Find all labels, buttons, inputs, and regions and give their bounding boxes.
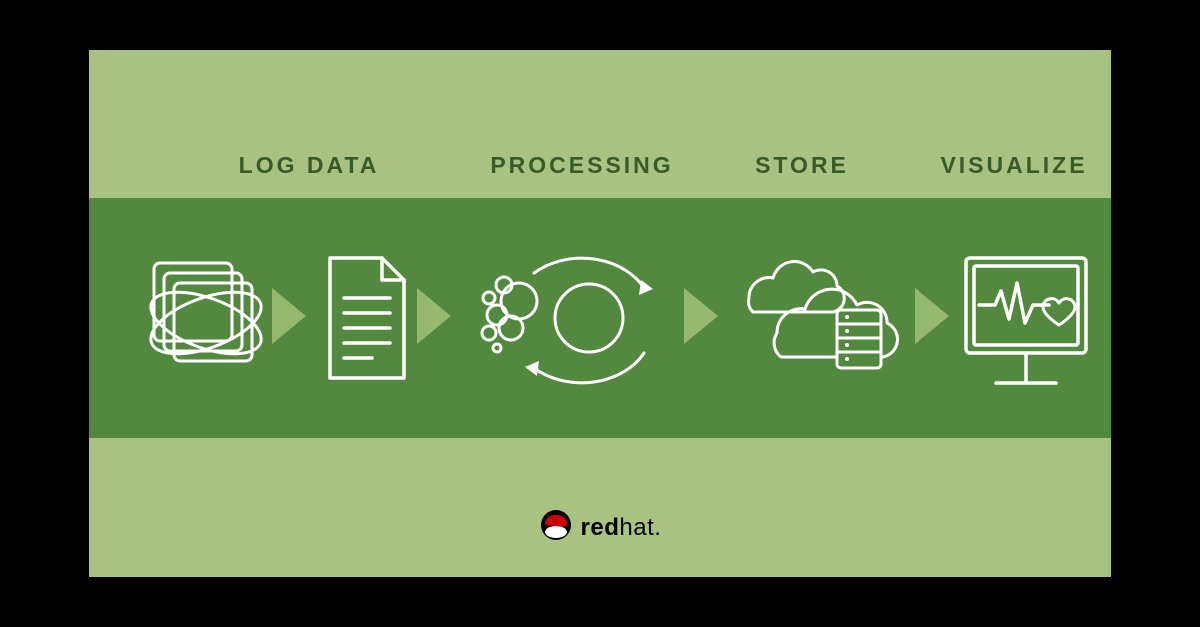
arrow-icon bbox=[915, 288, 949, 344]
flow-icons bbox=[89, 198, 1111, 438]
label-logdata: LOG DATA bbox=[184, 152, 434, 179]
arrow-icon bbox=[272, 288, 306, 344]
arrow-icon bbox=[417, 288, 451, 344]
labels-row: LOG DATA PROCESSING STORE VISUALIZE bbox=[89, 145, 1111, 185]
diagram-panel: LOG DATA PROCESSING STORE VISUALIZE bbox=[89, 50, 1111, 577]
redhat-logo-icon bbox=[539, 508, 573, 547]
arrow-icon bbox=[684, 288, 718, 344]
document-icon bbox=[309, 198, 419, 438]
label-processing: PROCESSING bbox=[477, 152, 687, 179]
page-background: LOG DATA PROCESSING STORE VISUALIZE bbox=[0, 0, 1200, 627]
visualize-icon bbox=[951, 198, 1101, 438]
logdata-icon bbox=[129, 198, 269, 438]
brand-text: redhat. bbox=[581, 514, 662, 542]
processing-icon bbox=[459, 198, 679, 438]
brand-footer: redhat. bbox=[89, 508, 1111, 547]
label-visualize: VISUALIZE bbox=[919, 152, 1109, 179]
label-store: STORE bbox=[717, 152, 887, 179]
store-icon bbox=[719, 198, 914, 438]
